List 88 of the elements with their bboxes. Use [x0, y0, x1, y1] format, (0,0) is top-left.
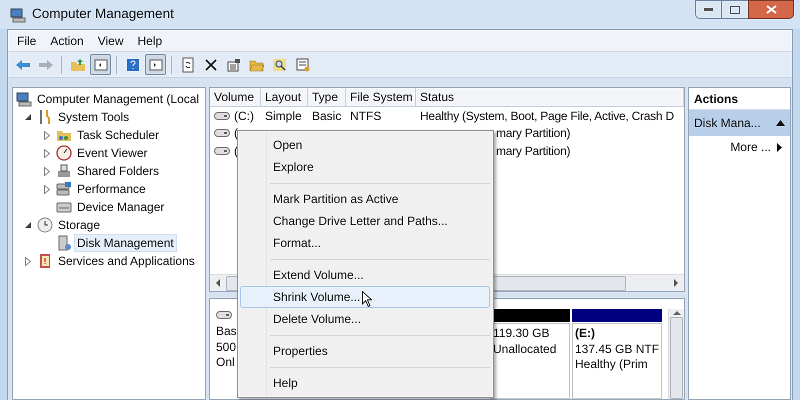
partition-text: Unallocated — [493, 342, 558, 357]
collapsed-arrow-icon[interactable] — [44, 166, 50, 176]
maximize-icon — [730, 6, 740, 14]
menu-item[interactable]: Shrink Volume... — [240, 286, 490, 308]
maximize-button[interactable] — [722, 0, 748, 19]
disk-info-text: Onl — [216, 355, 235, 370]
column-header[interactable]: Volume — [210, 88, 261, 106]
toolbar-button[interactable] — [145, 54, 166, 75]
toolbar-button[interactable] — [90, 54, 111, 75]
computer-icon — [16, 91, 32, 107]
action-link[interactable]: More ... — [689, 136, 790, 158]
tree-item[interactable]: System Tools — [55, 108, 132, 126]
event-log-icon — [37, 253, 53, 269]
minimize-icon — [704, 8, 713, 11]
menu-item[interactable]: Mark Partition as Active — [240, 188, 490, 210]
folder-up-icon — [70, 56, 86, 72]
refresh-icon — [180, 56, 196, 72]
close-icon — [766, 5, 776, 14]
disk-info-text: Bas — [216, 324, 237, 340]
collapsed-arrow-icon[interactable] — [25, 256, 31, 266]
minimize-button[interactable] — [695, 0, 722, 19]
tree-item[interactable]: Disk Management — [74, 234, 177, 252]
help-icon — [124, 56, 140, 72]
menu-item[interactable]: Explore — [240, 156, 490, 178]
drive-icon — [214, 128, 230, 138]
menu-item[interactable]: View — [92, 32, 128, 50]
partition-text: Healthy (Prim — [575, 357, 649, 372]
menu-item[interactable]: Properties — [240, 340, 490, 362]
close-button[interactable] — [748, 0, 794, 19]
gauge-icon — [56, 145, 72, 161]
menu-item[interactable]: Format... — [240, 232, 490, 254]
collapsed-arrow-icon[interactable] — [44, 148, 50, 158]
pane-icon — [148, 56, 164, 72]
table-cell-text: Simple — [265, 108, 302, 125]
drive-icon — [214, 146, 230, 156]
table-cell-text: NTFS — [350, 108, 382, 125]
search-icon — [272, 56, 288, 72]
table-cell-text: mary Partition) — [496, 142, 570, 160]
menu-item[interactable]: Action — [45, 32, 89, 50]
tree-item[interactable]: Storage — [55, 216, 104, 234]
table-cell-text: Basic — [312, 108, 342, 125]
drive-icon — [214, 110, 230, 121]
partition-text: 119.30 GB — [493, 326, 550, 342]
mouse-cursor-icon — [362, 291, 372, 307]
expanded-arrow-icon[interactable] — [24, 222, 32, 228]
table-cell-text: ( — [234, 125, 238, 142]
device-icon — [56, 163, 72, 179]
pane-icon — [92, 56, 108, 72]
partition-text: 137.45 GB NTF — [575, 342, 660, 357]
menu-item[interactable]: Open — [240, 134, 490, 156]
tree-item[interactable]: Shared Folders — [74, 162, 162, 180]
collapsed-arrow-icon[interactable] — [44, 184, 50, 194]
tree-item[interactable]: Task Scheduler — [74, 126, 162, 144]
partition-text: (E:) — [575, 326, 596, 342]
column-header[interactable]: Type — [308, 88, 346, 106]
properties-icon — [226, 56, 242, 72]
tree-item[interactable]: Computer Management (Local — [34, 90, 202, 108]
computer-icon — [10, 6, 26, 22]
table-cell-text: mary Partition) — [496, 125, 570, 142]
disk-drive-icon — [216, 309, 232, 321]
tree-item[interactable]: Performance — [74, 180, 149, 198]
table-cell-text: Healthy (System, Boot, Page File, Active, Crash D — [420, 108, 674, 125]
disk-info-text: 500 — [216, 340, 236, 355]
scroll-thumb[interactable] — [670, 317, 683, 399]
action-label: More ... — [730, 139, 771, 156]
menu-item[interactable]: Help — [132, 32, 168, 50]
menu-item[interactable]: Extend Volume... — [240, 264, 490, 286]
column-header[interactable]: File System — [346, 88, 416, 106]
submenu-arrow-icon — [777, 142, 782, 152]
window-title: Computer Management — [32, 5, 174, 24]
menu-item[interactable]: Change Drive Letter and Paths... — [240, 210, 490, 232]
storage-icon — [56, 181, 72, 197]
column-header[interactable]: Status — [416, 88, 684, 106]
tree-item[interactable]: Services and Applications — [55, 252, 198, 270]
menu-item[interactable]: Help — [240, 372, 490, 394]
table-cell-text: (C:) — [234, 108, 254, 125]
column-header[interactable]: Layout — [261, 88, 308, 106]
expanded-arrow-icon[interactable] — [24, 114, 32, 120]
actions-header[interactable]: Disk Mana... — [689, 110, 790, 136]
collapse-arrow-icon[interactable] — [776, 120, 785, 126]
actions-header-label: Disk Mana... — [694, 115, 761, 132]
tree-item[interactable]: Device Manager — [74, 198, 168, 216]
tree-item[interactable]: Event Viewer — [74, 144, 150, 162]
clock-icon — [37, 217, 53, 233]
collapsed-arrow-icon[interactable] — [44, 130, 50, 140]
menu-item[interactable]: Delete Volume... — [240, 308, 490, 330]
delete-icon — [202, 56, 218, 72]
menu-item[interactable]: File — [12, 32, 42, 50]
